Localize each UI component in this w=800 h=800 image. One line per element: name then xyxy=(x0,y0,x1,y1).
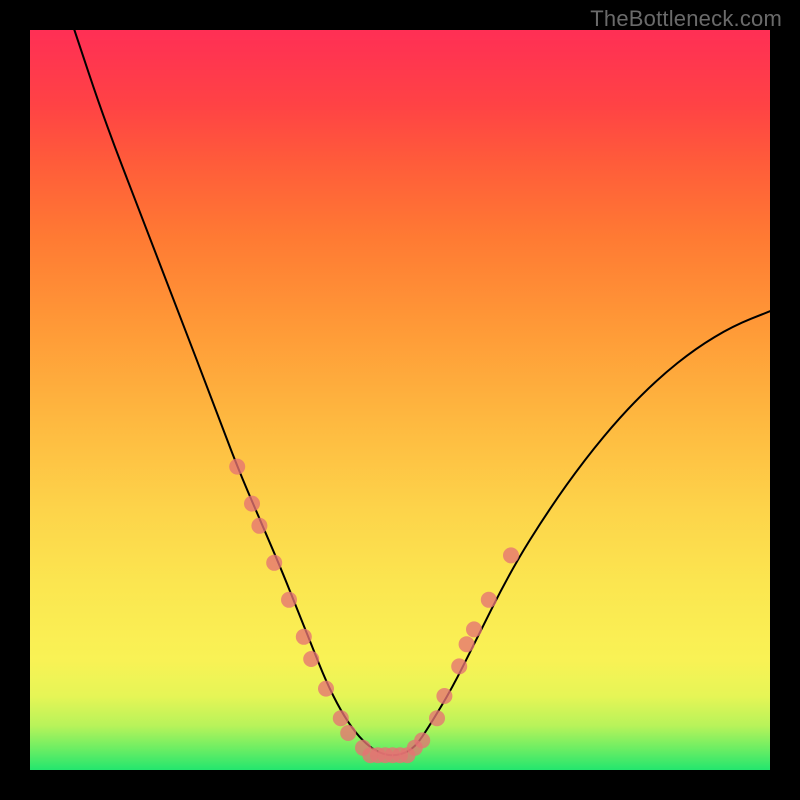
data-marker xyxy=(266,555,282,571)
data-marker xyxy=(333,710,349,726)
data-marker xyxy=(503,547,519,563)
data-marker xyxy=(429,710,445,726)
data-marker xyxy=(281,592,297,608)
watermark-text: TheBottleneck.com xyxy=(590,6,782,32)
data-marker xyxy=(451,658,467,674)
data-marker xyxy=(340,725,356,741)
data-marker xyxy=(251,518,267,534)
data-marker xyxy=(244,496,260,512)
data-marker xyxy=(414,732,430,748)
data-marker xyxy=(303,651,319,667)
data-marker xyxy=(296,629,312,645)
data-marker xyxy=(481,592,497,608)
plot-area xyxy=(30,30,770,770)
data-marker xyxy=(466,621,482,637)
data-marker xyxy=(459,636,475,652)
marker-group xyxy=(229,459,519,764)
bottleneck-curve xyxy=(74,30,770,755)
chart-container: TheBottleneck.com xyxy=(0,0,800,800)
data-marker xyxy=(436,688,452,704)
data-marker xyxy=(318,681,334,697)
data-marker xyxy=(229,459,245,475)
curve-svg xyxy=(30,30,770,770)
